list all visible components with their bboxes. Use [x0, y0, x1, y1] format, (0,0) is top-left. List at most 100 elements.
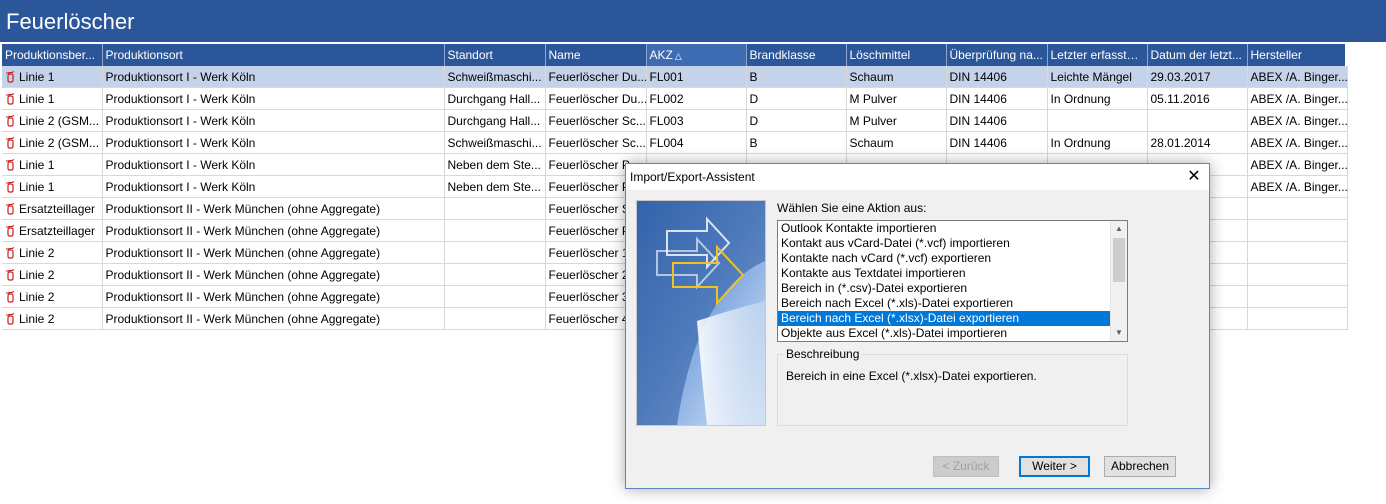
cell-text: Feuerlöscher Sc... — [548, 113, 646, 128]
table-cell — [1047, 109, 1148, 132]
action-list-item[interactable]: Bereich nach Excel (*.xls)-Datei exporti… — [778, 296, 1110, 311]
cell-text: FL004 — [649, 135, 684, 150]
table-cell: FL004 — [646, 131, 747, 154]
column-header[interactable]: Produktionsort — [102, 44, 445, 66]
cell-text: Produktionsort II - Werk München (ohne A… — [105, 245, 381, 260]
action-list-item[interactable]: Kontakt aus vCard-Datei (*.vcf) importie… — [778, 236, 1110, 251]
action-list-scrollbar[interactable]: ▲ ▼ — [1110, 221, 1127, 341]
close-icon[interactable]: ✕ — [1183, 166, 1205, 188]
cell-text: FL003 — [649, 113, 684, 128]
cell-text: 29.03.2017 — [1150, 69, 1211, 84]
action-list-item[interactable]: Bereich in (*.csv)-Datei exportieren — [778, 281, 1110, 296]
table-cell: ABEX /A. Binger... — [1247, 175, 1348, 198]
table-row[interactable]: Linie 2 (GSM... Produktionsort I - Werk K… — [2, 131, 1348, 154]
action-listbox[interactable]: Outlook Kontakte importieren Kontakt aus … — [777, 220, 1128, 342]
table-cell: 29.03.2017 — [1147, 66, 1248, 88]
cell-text: Produktionsort II - Werk München (ohne A… — [105, 223, 381, 238]
table-row[interactable]: Linie 1 Produktionsort I - Werk Köln Schwe… — [2, 66, 1348, 88]
cell-text: Feuerlöscher Sc... — [548, 135, 646, 150]
table-cell: DIN 14406 — [946, 131, 1048, 154]
cell-text: Linie 1 — [19, 69, 55, 84]
cell-text: ABEX /A. Binger... — [1250, 69, 1347, 84]
cell-text: Produktionsort I - Werk Köln — [105, 91, 256, 106]
table-cell: FL003 — [646, 109, 747, 132]
scroll-up-icon[interactable]: ▲ — [1111, 221, 1127, 237]
action-list-item[interactable]: Outlook Kontakte importieren — [778, 221, 1110, 236]
fire-extinguisher-icon — [5, 158, 15, 171]
column-header[interactable]: Produktionsber... — [2, 44, 103, 66]
next-button[interactable]: Weiter > — [1019, 456, 1090, 477]
table-cell: DIN 14406 — [946, 109, 1048, 132]
cell-text: Durchgang Hall... — [447, 91, 541, 106]
table-cell: ABEX /A. Binger... — [1247, 131, 1348, 154]
table-row[interactable]: Linie 2 (GSM... Produktionsort I - Werk K… — [2, 109, 1348, 132]
table-cell: Schweißmaschi... — [444, 131, 546, 154]
column-header[interactable]: Überprüfung na... — [946, 44, 1048, 66]
column-header[interactable]: Letzter erfasster... — [1047, 44, 1148, 66]
cell-text: ABEX /A. Binger... — [1250, 113, 1347, 128]
column-header[interactable]: Löschmittel — [846, 44, 947, 66]
cell-text: Produktionsort I - Werk Köln — [105, 69, 256, 84]
scroll-thumb[interactable] — [1113, 238, 1125, 282]
table-cell: Linie 1 — [2, 175, 103, 198]
cell-text: M Pulver — [849, 113, 897, 128]
description-label: Beschreibung — [784, 347, 862, 361]
table-cell: Linie 1 — [2, 153, 103, 176]
column-header[interactable]: Brandklasse — [746, 44, 847, 66]
cell-text: Feuerlöscher 3 — [548, 289, 629, 304]
cell-text: Schaum — [849, 69, 894, 84]
cell-text: Feuerlöscher 2 — [548, 267, 629, 282]
action-list-item[interactable]: Kontakte nach vCard (*.vcf) exportieren — [778, 251, 1110, 266]
cancel-button[interactable]: Abbrechen — [1104, 456, 1176, 477]
cell-text: Linie 1 — [19, 91, 55, 106]
column-header-label: AKZ — [649, 48, 673, 62]
cell-text: Durchgang Hall... — [447, 113, 541, 128]
cell-text: Feuerlöscher P — [548, 223, 630, 238]
action-list-item[interactable]: Objekte aus Excel (*.xls)-Datei importie… — [778, 326, 1110, 341]
column-header-label: Produktionsber... — [5, 48, 96, 62]
table-cell: Linie 2 (GSM... — [2, 131, 103, 154]
column-header[interactable]: Hersteller — [1247, 44, 1348, 66]
table-cell: Linie 2 — [2, 285, 103, 308]
column-header[interactable]: Name — [545, 44, 647, 66]
table-cell — [444, 263, 546, 286]
fire-extinguisher-icon — [5, 114, 15, 127]
cell-text: Feuerlöscher 4 — [548, 311, 629, 326]
table-row[interactable]: Linie 1 Produktionsort I - Werk Köln Durch… — [2, 87, 1348, 110]
column-header[interactable]: Standort — [444, 44, 546, 66]
import-export-dialog: Import/Export-Assistent ✕ Wählen Sie ein… — [625, 163, 1210, 489]
scroll-down-icon[interactable]: ▼ — [1111, 325, 1127, 341]
table-cell: Produktionsort II - Werk München (ohne A… — [102, 241, 445, 264]
fire-extinguisher-icon — [5, 202, 15, 215]
dialog-title-bar[interactable]: Import/Export-Assistent ✕ — [626, 164, 1209, 190]
table-cell: Schaum — [846, 66, 947, 88]
cell-text: Linie 2 — [19, 245, 55, 260]
table-cell: 05.11.2016 — [1147, 87, 1248, 110]
fire-extinguisher-icon — [5, 290, 15, 303]
cell-text: M Pulver — [849, 91, 897, 106]
table-cell — [444, 197, 546, 220]
table-cell: Feuerlöscher Du... — [545, 66, 647, 88]
column-header[interactable]: AKZ △ — [646, 44, 747, 66]
table-cell: Neben dem Ste... — [444, 153, 546, 176]
back-button[interactable]: < Zurück — [933, 456, 999, 477]
column-header-label: Brandklasse — [749, 48, 816, 62]
header-filler — [1345, 44, 1386, 66]
cell-text: Produktionsort I - Werk Köln — [105, 179, 256, 194]
cell-text: 05.11.2016 — [1150, 91, 1210, 106]
table-cell: M Pulver — [846, 109, 947, 132]
cell-text: ABEX /A. Binger... — [1250, 157, 1347, 172]
column-header[interactable]: Datum der letzt... — [1147, 44, 1248, 66]
table-cell — [444, 241, 546, 264]
cell-text: DIN 14406 — [949, 69, 1007, 84]
table-cell: M Pulver — [846, 87, 947, 110]
action-list-item[interactable]: Bereich nach Excel (*.xlsx)-Datei export… — [778, 311, 1110, 326]
table-cell — [1247, 285, 1348, 308]
cell-text: Linie 2 (GSM... — [19, 135, 100, 150]
cell-text: D — [749, 113, 759, 128]
column-header-label: Überprüfung na... — [949, 48, 1043, 62]
action-list-item[interactable]: Kontakte aus Textdatei importieren — [778, 266, 1110, 281]
table-cell: Feuerlöscher Sc... — [545, 109, 647, 132]
cell-text: 28.01.2014 — [1150, 135, 1211, 150]
table-cell: Linie 2 (GSM... — [2, 109, 103, 132]
